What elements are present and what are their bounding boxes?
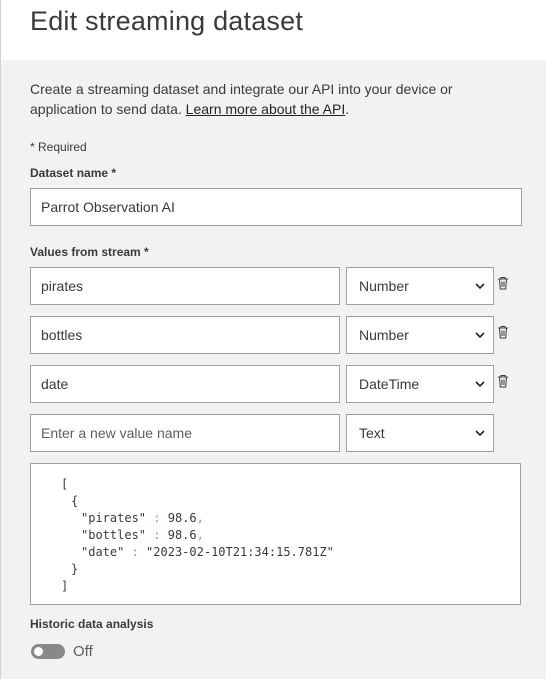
value-type-selected: Number [359,327,409,343]
json-value: 98.6 [167,511,197,525]
values-label: Values from stream * [30,245,149,259]
json-line: "pirates" : 98.6, [31,510,520,527]
json-key: "bottles" [81,528,147,542]
json-open-bracket: [ [61,477,69,491]
json-key: "date" [81,545,125,559]
trash-icon[interactable] [497,374,509,388]
page-title: Edit streaming dataset [30,6,304,36]
intro-text: Create a streaming dataset and integrate… [30,80,500,119]
json-comma: , [196,511,204,525]
json-sep: : [146,528,168,542]
historic-toggle-state: Off [73,643,93,660]
value-type-select[interactable]: Number [346,267,494,305]
value-type-select[interactable]: Number [346,316,494,354]
new-value-type-select[interactable]: Text [346,414,494,452]
value-name-input[interactable]: date [30,365,340,403]
value-type-select[interactable]: DateTime [346,365,494,403]
toggle-knob [34,647,43,656]
json-sep: : [146,511,168,525]
required-note: * Required [30,140,87,154]
json-value: 98.6 [167,528,197,542]
json-preview[interactable]: [ { "pirates" : 98.6, "bottles" : 98.6, … [30,463,521,605]
json-close-bracket: ] [61,579,69,593]
dataset-name-input[interactable]: Parrot Observation AI [30,188,522,226]
value-type-selected: Number [359,278,409,294]
learn-more-link[interactable]: Learn more about the API [186,101,346,117]
json-open-brace: { [71,494,79,508]
json-line: "date" : "2023-02-10T21:34:15.781Z" [31,544,520,561]
value-type-selected: Text [359,425,385,441]
value-type-selected: DateTime [359,376,420,392]
historic-label: Historic data analysis [30,617,154,631]
json-close-brace: } [71,562,79,576]
chevron-down-icon [475,283,485,290]
chevron-down-icon [475,381,485,388]
trash-icon[interactable] [497,276,509,290]
new-value-name-input[interactable]: Enter a new value name [30,414,340,452]
dialog-header: Edit streaming dataset [0,0,546,60]
json-sep: : [124,545,147,559]
dataset-name-label: Dataset name * [30,166,117,180]
json-value: "2023-02-10T21:34:15.781Z" [146,545,334,559]
json-line: "bottles" : 98.6, [31,527,520,544]
form-panel: Create a streaming dataset and integrate… [0,60,546,679]
intro-suffix: . [345,100,350,117]
value-name-input[interactable]: pirates [30,267,340,305]
chevron-down-icon [475,430,485,437]
historic-toggle[interactable] [31,644,65,659]
chevron-down-icon [475,332,485,339]
json-key: "pirates" [81,511,147,525]
trash-icon[interactable] [497,325,509,339]
json-comma: , [196,528,204,542]
value-name-input[interactable]: bottles [30,316,340,354]
